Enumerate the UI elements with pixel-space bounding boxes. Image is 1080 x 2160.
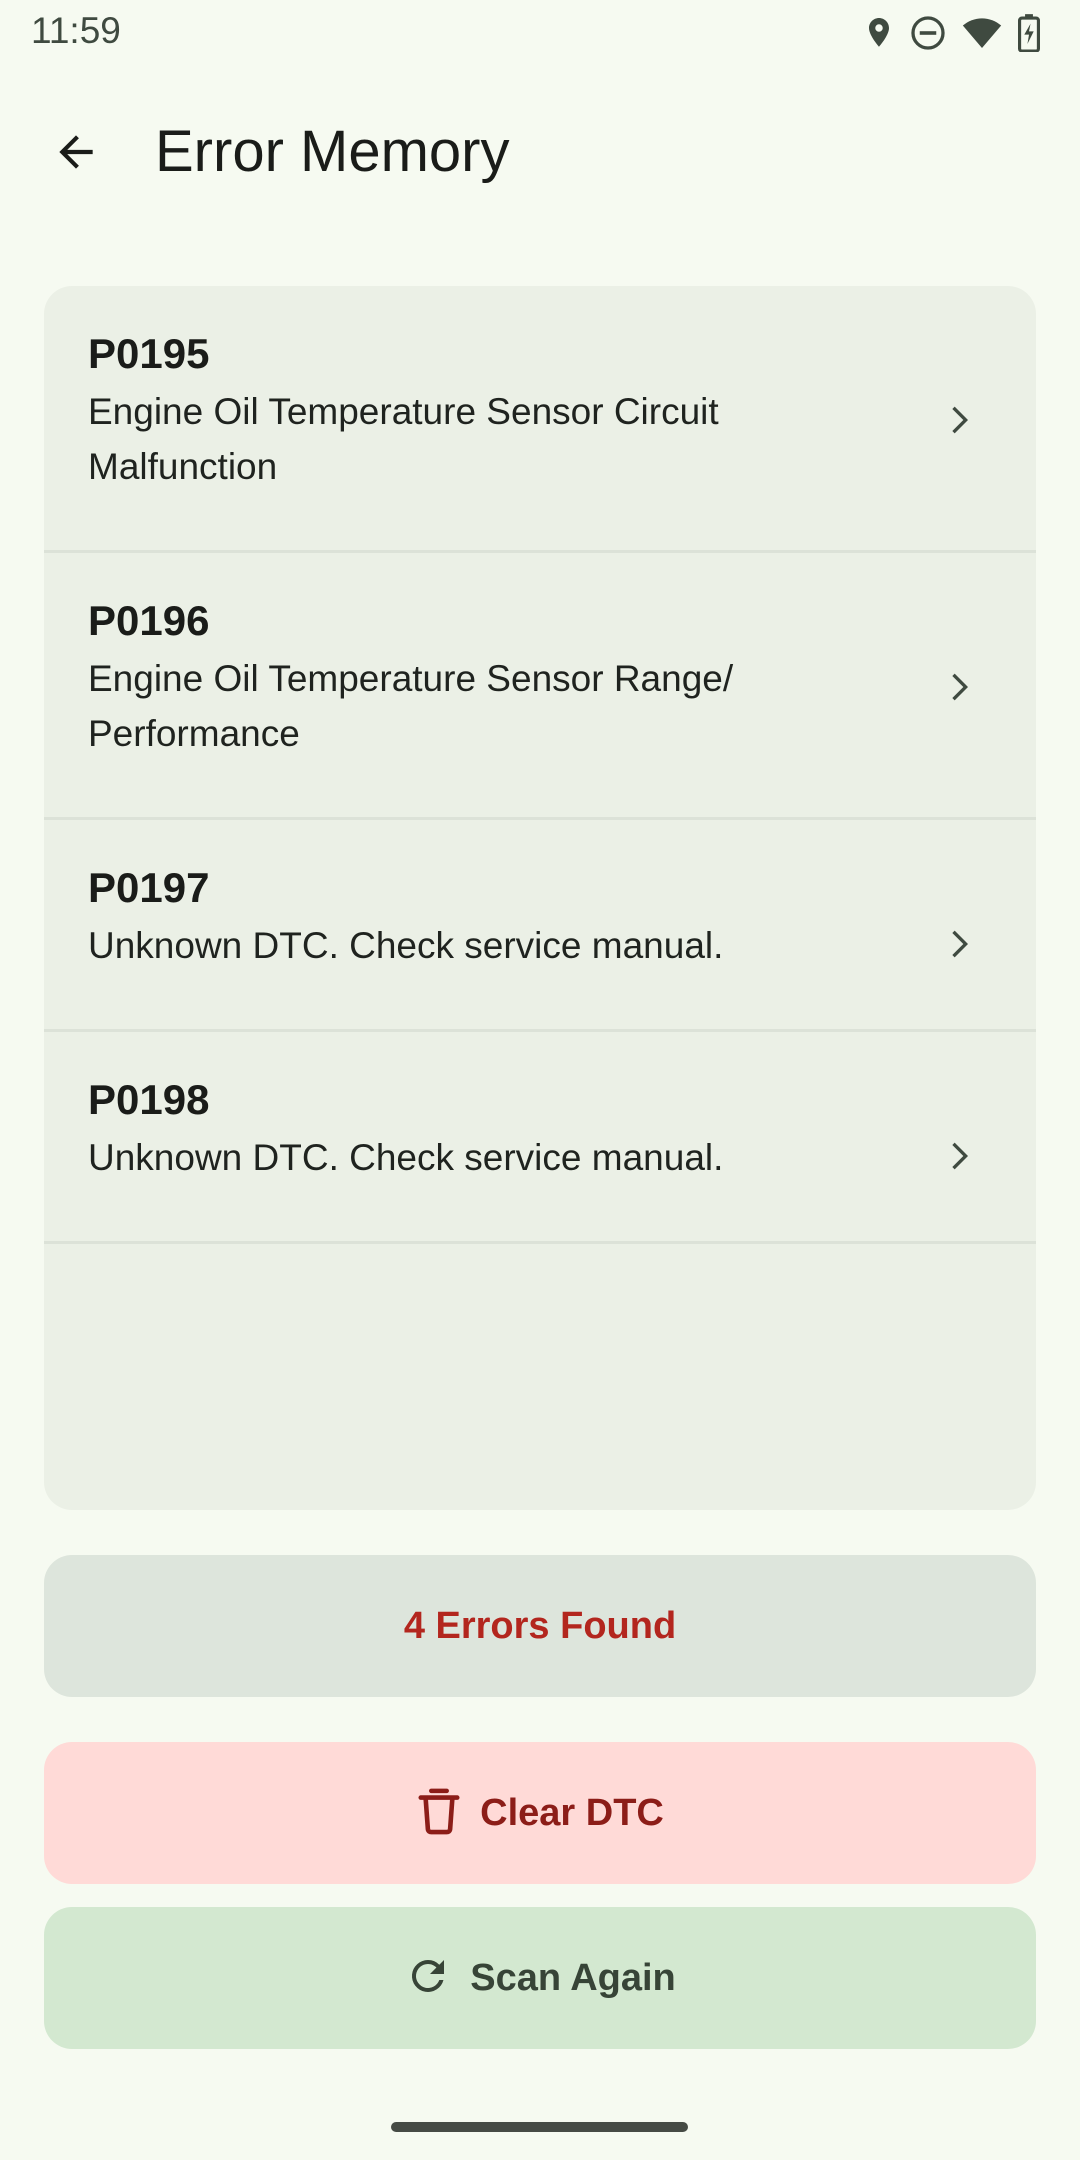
dtc-description: Unknown DTC. Check service manual. (88, 925, 724, 966)
scan-again-label: Scan Again (470, 1956, 676, 1999)
wifi-icon (962, 16, 1002, 50)
trash-icon (416, 1786, 462, 1841)
arrow-back-icon (51, 127, 101, 182)
dtc-list-item[interactable]: P0198 Unknown DTC. Check service manual. (44, 1032, 1036, 1244)
dtc-code: P0198 (88, 1076, 210, 1123)
chevron-right-icon (952, 406, 968, 434)
dtc-list-item[interactable]: P0195 Engine Oil Temperature Sensor Circ… (44, 286, 1036, 553)
errors-found-text: 4 Errors Found (403, 1604, 677, 1647)
refresh-icon (404, 1952, 452, 2005)
dtc-description: Engine Oil Temperature Sensor Circuit Ma… (88, 391, 719, 487)
back-button[interactable] (38, 116, 114, 192)
dtc-list-item[interactable]: P0196 Engine Oil Temperature Sensor Rang… (44, 553, 1036, 820)
dtc-code: P0195 (88, 330, 210, 377)
scan-again-button[interactable]: Scan Again (44, 1907, 1036, 2049)
clear-dtc-label: Clear DTC (480, 1791, 664, 1834)
do-not-disturb-icon (910, 15, 946, 51)
chevron-right-icon (952, 930, 968, 958)
dtc-description: Unknown DTC. Check service manual. (88, 1137, 724, 1178)
page-title: Error Memory (155, 119, 510, 184)
home-indicator[interactable] (391, 2122, 688, 2132)
location-icon (864, 15, 894, 51)
status-icons (864, 12, 1040, 54)
dtc-list: P0195 Engine Oil Temperature Sensor Circ… (44, 286, 1036, 1510)
status-bar: 11:59 (0, 0, 1080, 66)
dtc-code: P0196 (88, 597, 210, 644)
dtc-code: P0197 (88, 864, 210, 911)
app-bar: Error Memory (0, 96, 1080, 208)
dtc-list-item[interactable]: P0197 Unknown DTC. Check service manual. (44, 820, 1036, 1032)
clear-dtc-button[interactable]: Clear DTC (44, 1742, 1036, 1884)
dtc-description: Engine Oil Temperature Sensor Range/ Per… (88, 658, 734, 754)
status-time: 11:59 (31, 10, 121, 51)
errors-found-banner: 4 Errors Found (44, 1555, 1036, 1697)
battery-charging-icon (1018, 14, 1040, 52)
chevron-right-icon (952, 1142, 968, 1170)
chevron-right-icon (952, 673, 968, 701)
